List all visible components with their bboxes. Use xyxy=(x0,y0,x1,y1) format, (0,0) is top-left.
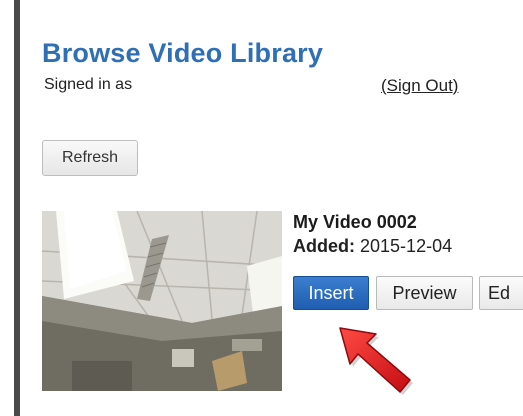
video-title: My Video 0002 xyxy=(293,212,417,232)
video-library-panel: Browse Video Library Signed in as (Sign … xyxy=(0,0,523,416)
preview-button[interactable]: Preview xyxy=(376,276,473,310)
page-title: Browse Video Library xyxy=(42,38,324,68)
signed-in-label: Signed in as xyxy=(44,76,133,93)
panel-left-border xyxy=(14,0,20,416)
edit-button[interactable]: Ed xyxy=(479,276,523,310)
video-thumbnail-ceiling-icon xyxy=(42,211,282,391)
video-added-date: Added: 2015-12-04 xyxy=(293,236,452,257)
refresh-button[interactable]: Refresh xyxy=(42,140,138,176)
added-date-value: 2015-12-04 xyxy=(360,236,453,256)
sign-out-link[interactable]: (Sign Out) xyxy=(381,76,458,96)
red-arrow-pointer-icon xyxy=(339,327,413,395)
added-label: Added: xyxy=(293,236,355,256)
insert-button[interactable]: Insert xyxy=(293,276,369,310)
video-thumbnail[interactable] xyxy=(42,211,282,391)
